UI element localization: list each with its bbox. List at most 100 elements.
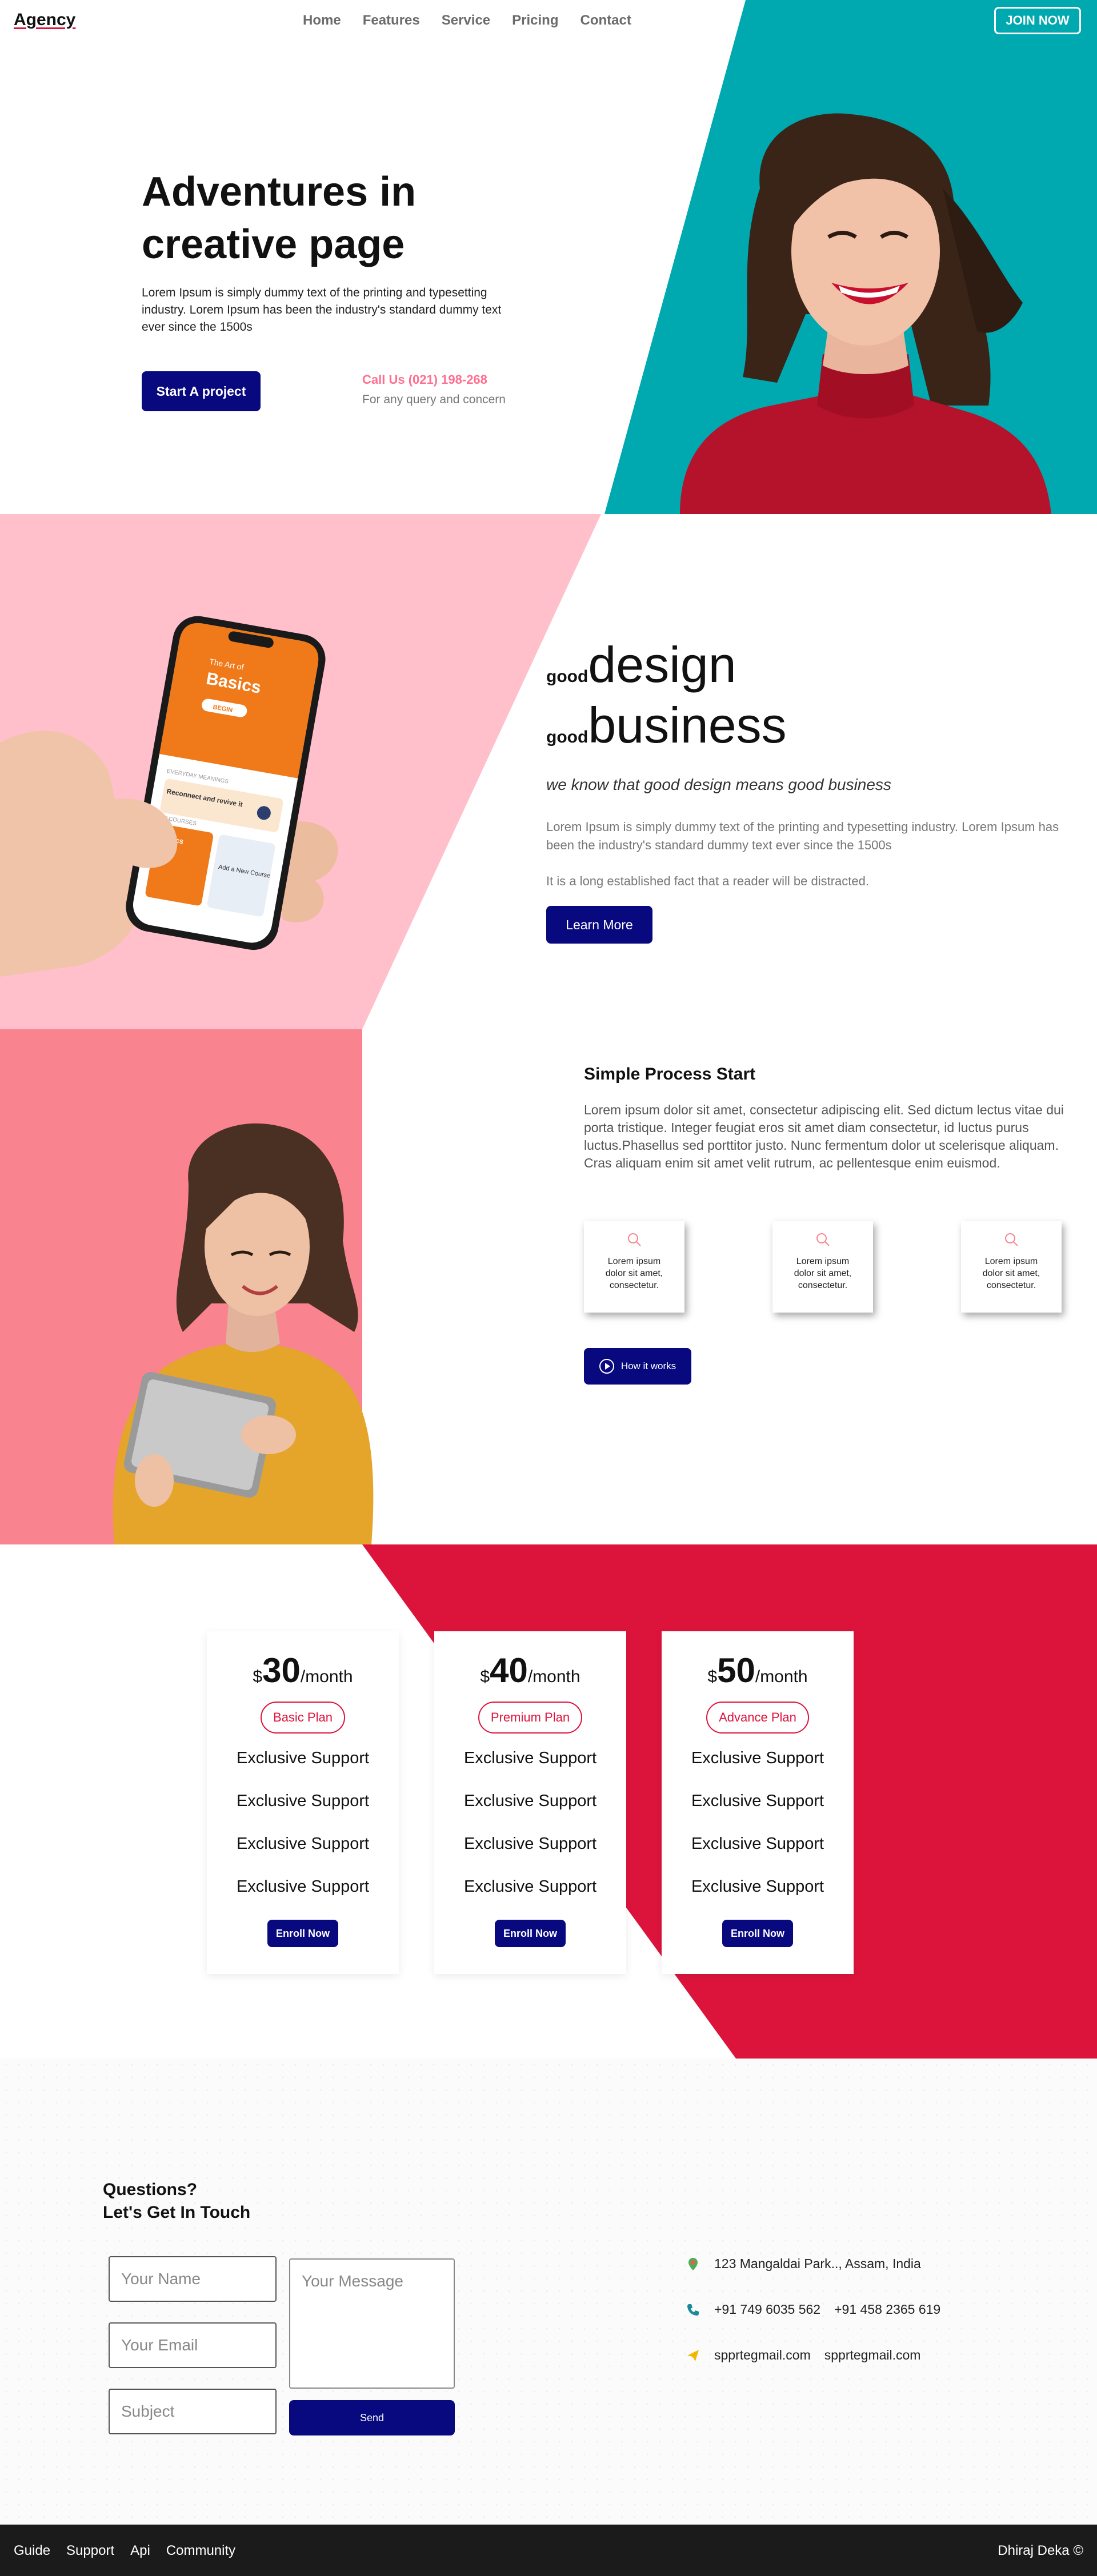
email-address-2[interactable]: spprtegmail.com xyxy=(824,2348,921,2363)
address-row: 123 Mangaldai Park.., Assam, India xyxy=(686,2256,921,2272)
price-amount: 50 xyxy=(717,1651,755,1690)
design-section: The Art of Basics BEGIN EVERYDAY MEANING… xyxy=(0,514,1097,1029)
how-it-works-label: How it works xyxy=(620,1361,676,1371)
site-footer: Guide Support Api Community Dhiraj Deka … xyxy=(0,2525,1097,2576)
good-business-heading: goodbusiness xyxy=(546,700,787,751)
address-text: 123 Mangaldai Park.., Assam, India xyxy=(714,2256,921,2271)
play-icon xyxy=(599,1359,614,1374)
plan-price: $ 50 /month xyxy=(707,1651,807,1690)
plan-feature: Exclusive Support xyxy=(463,1749,597,1767)
process-cards: Lorem ipsum dolor sit amet, consectetur.… xyxy=(584,1221,1064,1313)
process-card-text: Lorem ipsum dolor sit amet, consectetur. xyxy=(605,1257,663,1290)
send-button[interactable]: Send xyxy=(289,2400,455,2435)
footer-links: Guide Support Api Community xyxy=(14,2543,235,2559)
join-now-button[interactable]: JOIN NOW xyxy=(994,7,1081,34)
plan-features: Exclusive Support Exclusive Support Excl… xyxy=(464,1747,596,1898)
plan-feature: Exclusive Support xyxy=(691,1877,824,1896)
price-currency: $ xyxy=(253,1667,263,1686)
process-card-text: Lorem ipsum dolor sit amet, consectetur. xyxy=(982,1257,1040,1290)
plan-features: Exclusive Support Exclusive Support Excl… xyxy=(691,1747,824,1898)
nav-link-service[interactable]: Service xyxy=(442,13,490,29)
search-icon xyxy=(1005,1233,1018,1246)
search-icon xyxy=(628,1233,641,1246)
enroll-now-button[interactable]: Enroll Now xyxy=(495,1920,566,1947)
plan-price: $ 40 /month xyxy=(480,1651,580,1690)
nav-link-features[interactable]: Features xyxy=(363,13,420,29)
phone-number-2[interactable]: +91 458 2365 619 xyxy=(834,2302,940,2317)
phone-icon xyxy=(687,2304,699,2316)
plan-feature: Exclusive Support xyxy=(463,1792,597,1810)
plan-feature: Exclusive Support xyxy=(236,1877,370,1896)
email-input[interactable]: Your Email xyxy=(109,2322,277,2368)
contact-title-line1: Questions? xyxy=(103,2180,198,2199)
top-navigation: Agency Home Features Service Pricing Con… xyxy=(0,0,1097,42)
phone-number-1[interactable]: +91 749 6035 562 xyxy=(714,2302,820,2317)
message-textarea[interactable]: Your Message xyxy=(289,2258,455,2389)
paper-plane-icon xyxy=(687,2349,699,2361)
footer-link-api[interactable]: Api xyxy=(130,2543,150,2559)
price-period: /month xyxy=(300,1667,353,1686)
hero-title-line2: creative page xyxy=(142,222,405,267)
process-card-text: Lorem ipsum dolor sit amet, consectetur. xyxy=(794,1257,852,1290)
pricing-card-basic: $ 30 /month Basic Plan Exclusive Support… xyxy=(207,1631,399,1974)
heading-small-good-1: good xyxy=(546,667,588,686)
how-it-works-button[interactable]: How it works xyxy=(584,1348,691,1385)
subject-input[interactable]: Subject xyxy=(109,2389,277,2434)
plan-name-badge: Advance Plan xyxy=(706,1702,809,1734)
woman-with-tablet-image xyxy=(113,1123,374,1544)
price-currency: $ xyxy=(480,1667,490,1686)
smiling-woman-image xyxy=(680,113,1051,514)
price-period: /month xyxy=(527,1667,580,1686)
enroll-now-button[interactable]: Enroll Now xyxy=(722,1920,793,1947)
plan-feature: Exclusive Support xyxy=(236,1835,370,1853)
footer-link-guide[interactable]: Guide xyxy=(14,2543,50,2559)
hero-title-line1: Adventures in xyxy=(142,169,417,215)
price-period: /month xyxy=(755,1667,808,1686)
heading-small-good-2: good xyxy=(546,728,588,747)
process-section: Simple Process Start Lorem ipsum dolor s… xyxy=(0,1029,1097,1544)
hero-title: Adventures in creative page xyxy=(142,166,542,271)
design-description-secondary: It is a long established fact that a rea… xyxy=(546,874,869,888)
plan-feature: Exclusive Support xyxy=(236,1749,370,1767)
learn-more-button[interactable]: Learn More xyxy=(546,906,652,944)
heading-design-word: design xyxy=(588,636,736,693)
plan-feature: Exclusive Support xyxy=(691,1749,824,1767)
heading-business-word: business xyxy=(588,697,787,753)
agency-logo[interactable]: Agency xyxy=(14,10,75,30)
plan-feature: Exclusive Support xyxy=(691,1792,824,1810)
process-title: Simple Process Start xyxy=(584,1065,756,1084)
process-card-2: Lorem ipsum dolor sit amet, consectetur. xyxy=(772,1221,873,1313)
process-description: Lorem ipsum dolor sit amet, consectetur … xyxy=(584,1102,1064,1170)
pricing-card-advance: $ 50 /month Advance Plan Exclusive Suppo… xyxy=(662,1631,854,1974)
phone-in-hand-image: The Art of Basics BEGIN EVERYDAY MEANING… xyxy=(0,616,338,977)
good-design-heading: gooddesign xyxy=(546,640,736,690)
nav-link-pricing[interactable]: Pricing xyxy=(512,13,558,29)
hero-section: Adventures in creative page Lorem Ipsum … xyxy=(0,0,1097,514)
location-pin-icon xyxy=(688,2257,698,2270)
contact-title-line2: Let's Get In Touch xyxy=(103,2203,251,2222)
design-tagline: we know that good design means good busi… xyxy=(546,776,891,793)
pricing-section: $ 30 /month Basic Plan Exclusive Support… xyxy=(0,1544,1097,2059)
pricing-card-premium: $ 40 /month Premium Plan Exclusive Suppo… xyxy=(434,1631,626,1974)
plan-features: Exclusive Support Exclusive Support Excl… xyxy=(237,1747,369,1898)
price-amount: 40 xyxy=(490,1651,528,1690)
footer-credit: Dhiraj Deka © xyxy=(998,2543,1083,2558)
nav-link-home[interactable]: Home xyxy=(303,13,341,29)
plan-feature: Exclusive Support xyxy=(691,1835,824,1853)
enroll-now-button[interactable]: Enroll Now xyxy=(267,1920,338,1947)
hero-description: Lorem Ipsum is simply dummy text of the … xyxy=(142,286,502,334)
plan-feature: Exclusive Support xyxy=(236,1792,370,1810)
nav-link-contact[interactable]: Contact xyxy=(580,13,631,29)
start-project-button[interactable]: Start A project xyxy=(142,371,261,411)
process-card-1: Lorem ipsum dolor sit amet, consectetur. xyxy=(584,1221,684,1313)
plan-price: $ 30 /month xyxy=(253,1651,353,1690)
price-amount: 30 xyxy=(262,1651,301,1690)
call-us-link[interactable]: Call Us (021) 198-268 xyxy=(362,372,487,387)
name-input[interactable]: Your Name xyxy=(109,2256,277,2302)
email-address-1[interactable]: spprtegmail.com xyxy=(714,2348,811,2363)
footer-link-community[interactable]: Community xyxy=(166,2543,235,2559)
contact-title: Questions? Let's Get In Touch xyxy=(103,2178,250,2224)
search-icon xyxy=(816,1233,830,1246)
price-currency: $ xyxy=(707,1667,718,1686)
footer-link-support[interactable]: Support xyxy=(66,2543,114,2559)
